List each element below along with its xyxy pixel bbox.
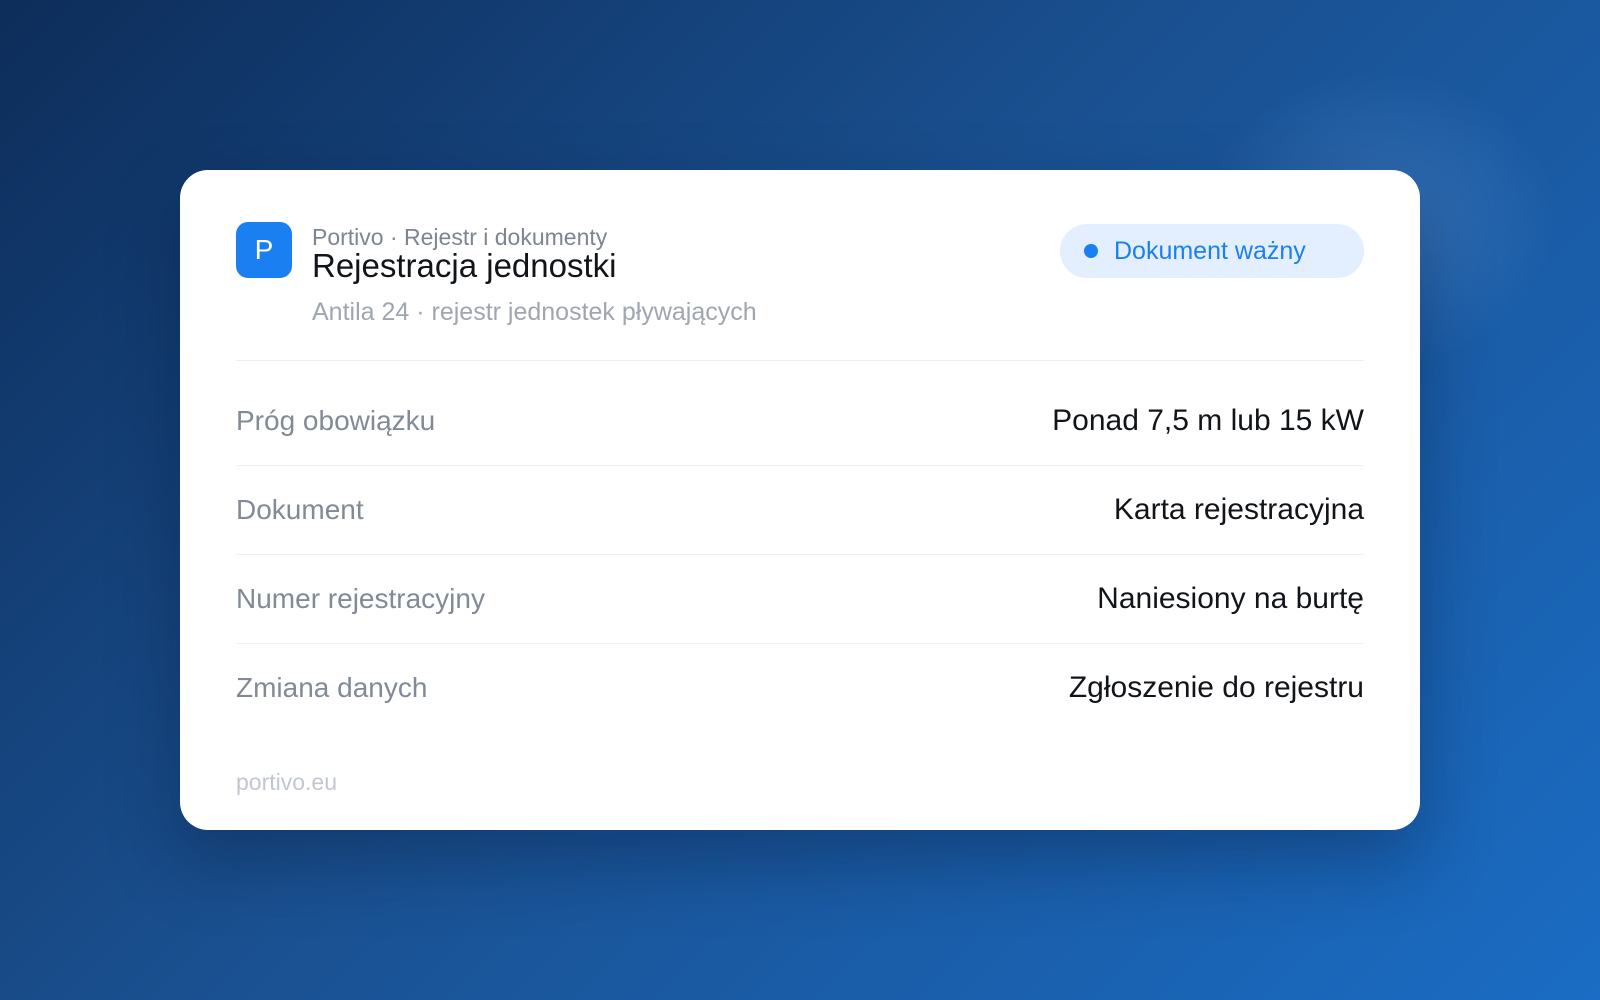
details-list: Próg obowiązku Ponad 7,5 m lub 15 kW Dok…: [236, 377, 1364, 732]
status-badge: Dokument ważny: [1060, 224, 1364, 278]
detail-label: Dokument: [236, 494, 364, 525]
detail-label: Numer rejestracyjny: [236, 583, 485, 614]
detail-value: Ponad 7,5 m lub 15 kW: [1052, 404, 1364, 437]
detail-value: Zgłoszenie do rejestru: [1068, 671, 1364, 704]
detail-value: Naniesiony na burtę: [1097, 582, 1364, 615]
detail-row-document: Dokument Karta rejestracyjna: [236, 466, 1364, 555]
detail-row-registration-number: Numer rejestracyjny Naniesiony na burtę: [236, 555, 1364, 644]
detail-label: Zmiana danych: [236, 672, 428, 703]
page-subtitle: Antila 24 · rejestr jednostek pływającyc…: [312, 298, 757, 326]
app-logo: P: [236, 222, 292, 278]
footer-domain: portivo.eu: [236, 769, 338, 795]
page-title: Rejestracja jednostki: [312, 247, 617, 284]
status-badge-label: Dokument ważny: [1114, 236, 1306, 265]
card-header: P Portivo · Rejestr i dokumenty Rejestra…: [236, 222, 1364, 361]
detail-value: Karta rejestracyjna: [1113, 493, 1364, 526]
detail-label: Próg obowiązku: [236, 405, 436, 436]
registration-card: P Portivo · Rejestr i dokumenty Rejestra…: [180, 170, 1420, 830]
status-dot-icon: [1084, 244, 1098, 258]
detail-row-data-change: Zmiana danych Zgłoszenie do rejestru: [236, 644, 1364, 732]
detail-row-threshold: Próg obowiązku Ponad 7,5 m lub 15 kW: [236, 377, 1364, 466]
